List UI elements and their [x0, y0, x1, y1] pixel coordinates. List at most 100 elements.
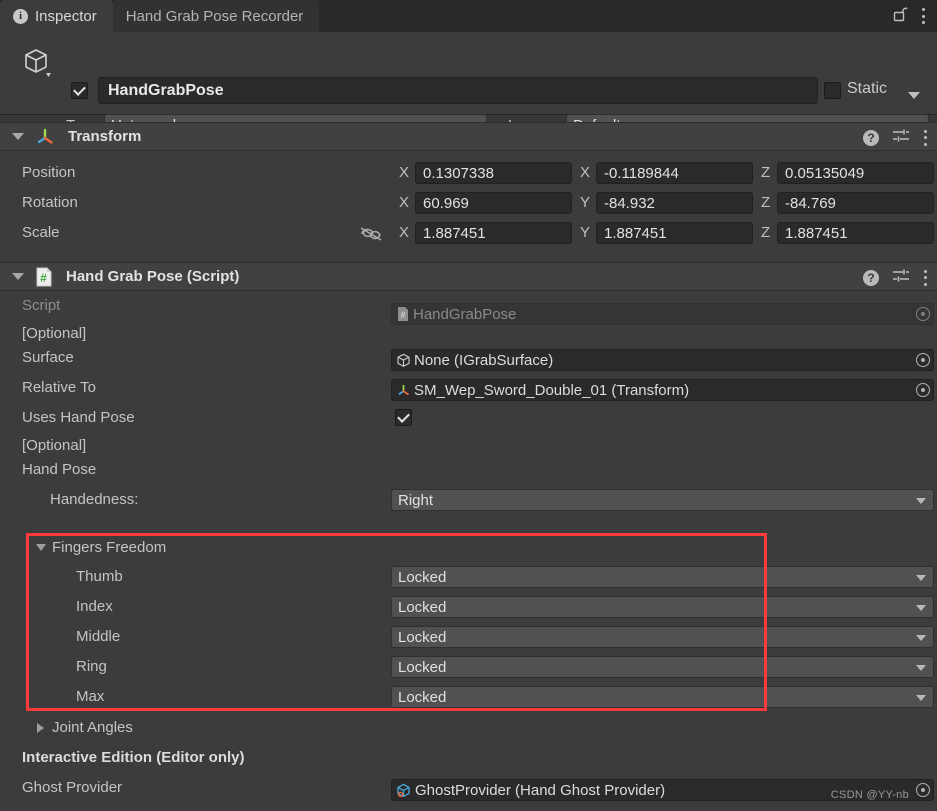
transform-scale-label: Scale	[22, 224, 60, 241]
finger-dropdown-index[interactable]: Locked	[391, 596, 934, 618]
gameobject-cube-icon[interactable]	[10, 42, 54, 86]
preset-icon[interactable]	[892, 128, 910, 148]
tab-inspector-label: Inspector	[35, 7, 97, 25]
help-icon[interactable]: ?	[863, 269, 879, 286]
kebab-menu-icon[interactable]	[921, 8, 925, 24]
static-dropdown-icon[interactable]	[907, 87, 921, 104]
fingers-freedom-row[interactable]: Fingers Freedom	[0, 533, 937, 563]
finger-dropdown-max[interactable]: Locked	[391, 686, 934, 708]
transform-foldout-icon[interactable]	[12, 133, 24, 140]
transform-axis-icon	[34, 126, 56, 148]
chevron-down-icon	[916, 575, 926, 581]
finger-value-max: Locked	[398, 688, 447, 706]
axis-y-label: Y	[580, 194, 591, 211]
axis-z-label: Z	[761, 194, 771, 211]
lock-icon[interactable]	[892, 5, 908, 27]
finger-dropdown-thumb[interactable]: Locked	[391, 566, 934, 588]
unlinked-scale-icon[interactable]	[360, 227, 382, 245]
help-icon[interactable]: ?	[863, 129, 879, 146]
scale-y-field[interactable]: 1.887451	[596, 222, 753, 244]
kebab-menu-icon[interactable]	[923, 129, 927, 146]
tab-hand-grab-pose-recorder[interactable]: Hand Grab Pose Recorder	[112, 0, 320, 32]
finger-label-max: Max	[76, 688, 105, 705]
object-picker-icon[interactable]	[916, 353, 930, 367]
object-picker-icon[interactable]	[916, 783, 930, 797]
mesh-cube-icon	[396, 353, 411, 368]
relative-to-object-field[interactable]: SM_Wep_Sword_Double_01 (Transform)	[391, 379, 934, 401]
tab-bar: i Inspector Hand Grab Pose Recorder	[0, 0, 937, 32]
info-icon: i	[13, 8, 28, 24]
relative-to-value: SM_Wep_Sword_Double_01 (Transform)	[414, 381, 690, 399]
finger-label-ring: Ring	[76, 658, 107, 675]
handedness-dropdown[interactable]: Right	[391, 489, 934, 511]
rotation-x-field[interactable]: 60.969	[415, 192, 572, 214]
axis-z-label: Z	[761, 164, 771, 181]
surface-value: None (IGrabSurface)	[414, 351, 554, 369]
axis-x-label-position: X	[399, 164, 410, 181]
finger-dropdown-middle[interactable]: Locked	[391, 626, 934, 648]
ghost-provider-label: Ghost Provider	[22, 779, 123, 796]
prefab-cube-icon	[396, 783, 412, 798]
fingers-freedom-foldout-icon[interactable]	[36, 544, 46, 551]
position-y-field[interactable]: -0.1189844	[596, 162, 753, 184]
svg-text:#: #	[40, 271, 47, 285]
axis-x-label: X	[580, 164, 591, 181]
hand-grab-pose-body: Script # HandGrabPose [Optional] Surface	[0, 291, 937, 811]
transform-header-actions: ?	[863, 123, 927, 152]
finger-row-index: Index Locked	[0, 592, 937, 622]
transform-scale-row: Scale X 1.887451 Y 1.887451 Z 1.887451	[0, 218, 937, 248]
axis-x-label: X	[399, 224, 410, 241]
axis-z-label: Z	[761, 224, 771, 241]
kebab-menu-icon[interactable]	[923, 269, 927, 286]
watermark-text: CSDN @YY-nb	[830, 789, 909, 801]
finger-row-ring: Ring Locked	[0, 652, 937, 682]
hand-grab-pose-foldout-icon[interactable]	[12, 273, 24, 280]
interactive-edition-row: Interactive Edition (Editor only)	[0, 743, 937, 773]
handedness-row: Handedness: Right	[0, 485, 937, 515]
gameobject-enabled-checkbox[interactable]	[71, 82, 88, 99]
tab-bar-actions	[892, 0, 931, 32]
surface-object-field[interactable]: None (IGrabSurface)	[391, 349, 934, 371]
scale-z-field[interactable]: 1.887451	[777, 222, 934, 244]
rotation-z-field[interactable]: -84.769	[777, 192, 934, 214]
joint-angles-row[interactable]: Joint Angles	[0, 713, 937, 743]
surface-label: Surface	[22, 349, 74, 366]
tab-inspector[interactable]: i Inspector	[0, 0, 113, 32]
surface-row: Surface None (IGrabSurface)	[0, 343, 937, 373]
transform-rotation-row: Rotation X 60.969 Y -84.932 Z -84.769	[0, 188, 937, 218]
handedness-value: Right	[398, 491, 434, 509]
finger-dropdown-ring[interactable]: Locked	[391, 656, 934, 678]
hand-grab-pose-component-header[interactable]: # Hand Grab Pose (Script) ?	[0, 262, 937, 291]
transform-title: Transform	[68, 128, 142, 145]
transform-component-header[interactable]: Transform ?	[0, 122, 937, 151]
static-checkbox[interactable]	[824, 82, 841, 99]
hand-pose-row: Hand Pose	[0, 455, 937, 485]
scale-x-field[interactable]: 1.887451	[415, 222, 572, 244]
gameobject-name-field[interactable]: HandGrabPose	[98, 77, 818, 104]
position-x-field[interactable]: 0.1307338	[415, 162, 572, 184]
uses-hand-pose-row: Uses Hand Pose	[0, 403, 937, 433]
finger-row-middle: Middle Locked	[0, 622, 937, 652]
rotation-y-field[interactable]: -84.932	[596, 192, 753, 214]
chevron-down-icon	[916, 695, 926, 701]
hand-grab-pose-title: Hand Grab Pose (Script)	[66, 268, 240, 285]
preset-icon[interactable]	[892, 268, 910, 288]
tab-hand-grab-pose-recorder-label: Hand Grab Pose Recorder	[125, 7, 304, 25]
transform-position-row: Position X 0.1307338 -0.1189844 Z 0.0513…	[0, 158, 937, 188]
position-z-field[interactable]: 0.05135049	[777, 162, 934, 184]
hand-grab-pose-header-actions: ?	[863, 263, 927, 292]
joint-angles-label: Joint Angles	[52, 719, 133, 736]
axis-x-label: X	[399, 194, 410, 211]
gameobject-header: HandGrabPose Static Tag Untagged Layer D…	[0, 32, 937, 136]
chevron-down-icon	[916, 665, 926, 671]
fingers-freedom-label: Fingers Freedom	[52, 539, 167, 556]
uses-hand-pose-checkbox[interactable]	[395, 409, 412, 426]
finger-row-thumb: Thumb Locked	[0, 562, 937, 592]
object-picker-icon[interactable]	[916, 383, 930, 397]
interactive-edition-label: Interactive Edition (Editor only)	[22, 749, 245, 766]
finger-value-middle: Locked	[398, 628, 447, 646]
transform-body: Position X 0.1307338 -0.1189844 Z 0.0513…	[0, 151, 937, 262]
finger-label-middle: Middle	[76, 628, 121, 645]
finger-value-ring: Locked	[398, 658, 447, 676]
joint-angles-foldout-icon[interactable]	[37, 723, 44, 733]
